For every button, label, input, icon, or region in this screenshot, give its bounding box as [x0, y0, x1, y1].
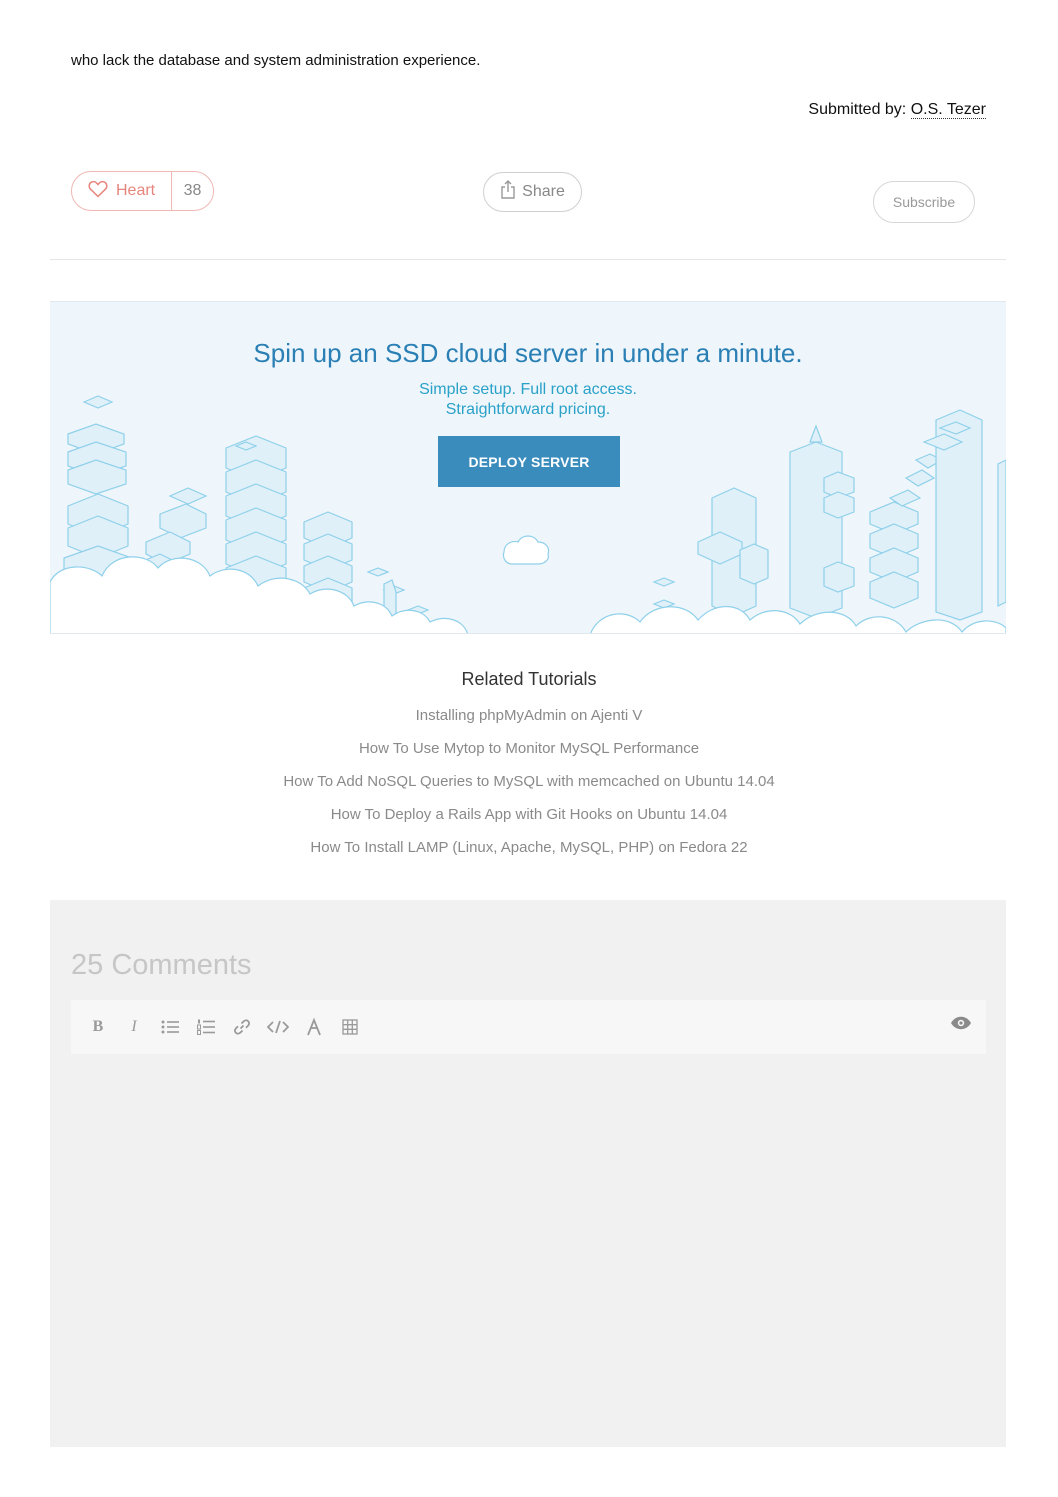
- submitted-by: Submitted by: O.S. Tezer: [808, 101, 986, 119]
- table-icon[interactable]: [332, 1009, 368, 1045]
- heart-button[interactable]: Heart 38: [71, 171, 214, 211]
- related-link[interactable]: How To Use Mytop to Monitor MySQL Perfor…: [0, 739, 1058, 772]
- promo-banner: Spin up an SSD cloud server in under a m…: [50, 301, 1006, 634]
- bullet-list-icon[interactable]: [152, 1009, 188, 1045]
- intro-text: who lack the database and system adminis…: [71, 52, 481, 69]
- eye-icon[interactable]: [950, 1016, 974, 1038]
- comments-section: 25 Comments B I: [50, 900, 1006, 1447]
- promo-subtitle-line1: Simple setup. Full root access.: [419, 381, 637, 398]
- related-tutorials-list: Installing phpMyAdmin on Ajenti V How To…: [0, 706, 1058, 871]
- numbered-list-icon[interactable]: [188, 1009, 224, 1045]
- comment-editor-toolbar: B I: [71, 1000, 986, 1054]
- link-icon[interactable]: [224, 1009, 260, 1045]
- related-tutorials-title: Related Tutorials: [461, 669, 597, 689]
- related-link[interactable]: How To Deploy a Rails App with Git Hooks…: [0, 805, 1058, 838]
- heart-label: Heart: [116, 182, 156, 199]
- share-button[interactable]: Share: [483, 172, 582, 212]
- highlight-icon[interactable]: [296, 1009, 332, 1045]
- comments-title: 25 Comments: [71, 949, 252, 981]
- heart-icon: [88, 180, 116, 203]
- submitted-label: Submitted by:: [808, 101, 907, 118]
- promo-subtitle-line2: Straightforward pricing.: [445, 401, 611, 418]
- section-divider: [50, 259, 1006, 260]
- bold-icon[interactable]: B: [80, 1009, 116, 1045]
- code-icon[interactable]: [260, 1009, 296, 1045]
- related-link[interactable]: Installing phpMyAdmin on Ajenti V: [0, 706, 1058, 739]
- italic-icon[interactable]: I: [116, 1009, 152, 1045]
- heart-toggle[interactable]: Heart: [72, 172, 172, 210]
- related-link[interactable]: How To Add NoSQL Queries to MySQL with m…: [0, 772, 1058, 805]
- heart-count: 38: [183, 182, 202, 199]
- related-link[interactable]: How To Install LAMP (Linux, Apache, MySQ…: [0, 838, 1058, 871]
- deploy-server-button[interactable]: DEPLOY SERVER: [438, 436, 620, 487]
- promo-title: Spin up an SSD cloud server in under a m…: [253, 338, 803, 368]
- share-label: Share: [522, 183, 565, 200]
- subscribe-button[interactable]: Subscribe: [873, 181, 975, 223]
- share-icon: [500, 179, 522, 205]
- author-link[interactable]: O.S. Tezer: [910, 101, 986, 119]
